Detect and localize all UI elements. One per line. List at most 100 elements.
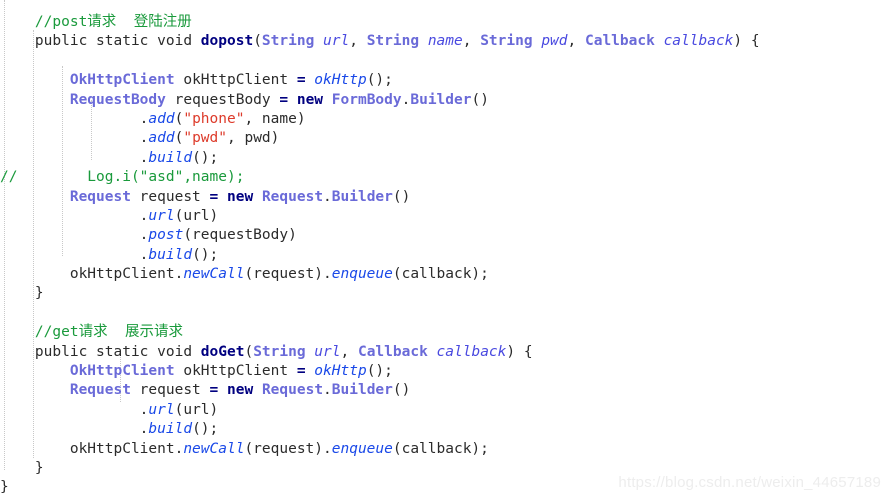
code-line[interactable]: .add("pwd", pwd) xyxy=(0,129,889,148)
code-token: , xyxy=(340,343,358,360)
code-line[interactable]: .build(); xyxy=(0,246,889,265)
code-token: Callback xyxy=(584,33,664,50)
code-token: Builder xyxy=(410,91,472,108)
code-token: //get请求 展示请求 xyxy=(34,324,184,341)
watermark-url: https://blog.csdn.net/weixin_44657189 xyxy=(618,474,881,491)
code-token: new xyxy=(296,91,324,108)
code-token: , xyxy=(349,33,367,50)
code-token: (requestBody) xyxy=(183,227,297,244)
code-line[interactable]: OkHttpClient okHttpClient = okHttp(); xyxy=(0,71,889,90)
code-token: . xyxy=(0,421,149,438)
code-token: okHttp xyxy=(314,72,367,89)
code-token: . xyxy=(323,188,332,205)
code-line[interactable]: .url(url) xyxy=(0,401,889,420)
code-line[interactable]: Request request = new Request.Builder() xyxy=(0,188,889,207)
code-line[interactable]: .add("phone", name) xyxy=(0,110,889,129)
code-token: (request). xyxy=(244,266,332,283)
code-line[interactable]: public static void dopost(String url, St… xyxy=(0,32,889,51)
code-token: Request xyxy=(261,382,324,399)
code-line[interactable]: // Log.i("asd",name); xyxy=(0,168,889,187)
code-token: add xyxy=(148,130,175,147)
code-token: okHttp xyxy=(314,363,367,380)
code-token: OkHttpClient xyxy=(69,72,175,89)
code-token: url xyxy=(323,33,350,50)
code-token: //post请求 登陆注册 xyxy=(34,14,192,30)
code-token: request xyxy=(130,382,210,399)
code-token: FormBody xyxy=(331,91,402,108)
code-token: RequestBody xyxy=(69,91,166,108)
code-line[interactable]: RequestBody requestBody = new FormBody.B… xyxy=(0,91,889,110)
code-token: ) { xyxy=(733,33,760,50)
code-line[interactable]: .url(url) xyxy=(0,207,889,226)
code-token: (request). xyxy=(244,440,332,457)
code-token: () xyxy=(392,188,411,205)
code-line[interactable]: OkHttpClient okHttpClient = okHttp(); xyxy=(0,362,889,381)
code-token: OkHttpClient xyxy=(69,363,175,380)
code-token: "pwd" xyxy=(183,130,227,147)
code-token: (url) xyxy=(174,207,219,224)
code-token: , pwd) xyxy=(227,130,280,147)
code-token: (callback); xyxy=(392,440,489,457)
code-token: String xyxy=(480,33,542,50)
code-line[interactable]: public static void doGet(String url, Cal… xyxy=(0,343,889,362)
code-token: name xyxy=(427,33,463,50)
code-token: url xyxy=(314,343,341,360)
code-line[interactable]: .build(); xyxy=(0,149,889,168)
code-token: Request xyxy=(261,188,324,205)
code-line[interactable]: okHttpClient.newCall(request).enqueue(ca… xyxy=(0,440,889,459)
code-token: . xyxy=(0,110,149,127)
code-token: build xyxy=(148,246,193,263)
code-token: } xyxy=(0,285,44,302)
code-token: doGet xyxy=(200,343,245,360)
code-token: Callback xyxy=(357,343,437,360)
code-token: new xyxy=(227,188,254,205)
code-token: enqueue xyxy=(331,266,393,283)
code-line[interactable] xyxy=(0,52,889,71)
code-token: = xyxy=(209,188,219,205)
code-line[interactable]: Request request = new Request.Builder() xyxy=(0,381,889,400)
code-line[interactable]: } xyxy=(0,284,889,303)
code-line[interactable]: .build(); xyxy=(0,420,889,439)
code-line[interactable]: //post请求 登陆注册 xyxy=(0,13,889,32)
code-line[interactable]: .post(requestBody) xyxy=(0,226,889,245)
code-token: Request xyxy=(69,382,131,399)
code-editor[interactable]: //post请求 登陆注册 public static void dopost(… xyxy=(0,0,889,500)
code-token: add xyxy=(148,110,175,127)
code-token: pwd xyxy=(541,33,568,50)
code-token: , name) xyxy=(244,110,306,127)
code-token: = xyxy=(279,91,289,108)
code-token: enqueue xyxy=(331,440,393,457)
code-token: (); xyxy=(192,149,219,166)
code-line[interactable] xyxy=(0,304,889,323)
code-token: post xyxy=(148,227,184,244)
code-token: = xyxy=(296,72,306,89)
code-token: , xyxy=(567,33,585,50)
code-content[interactable]: //post请求 登陆注册 public static void dopost(… xyxy=(0,13,889,498)
code-token: } xyxy=(0,479,9,496)
code-token: . xyxy=(0,130,149,147)
code-line[interactable]: okHttpClient.newCall(request).enqueue(ca… xyxy=(0,265,889,284)
code-token: . xyxy=(0,246,149,263)
code-token: "phone" xyxy=(183,110,245,127)
code-token: Builder xyxy=(331,188,393,205)
code-token: (callback); xyxy=(392,266,489,283)
code-token: = xyxy=(296,363,306,380)
code-line[interactable]: //get请求 展示请求 xyxy=(0,323,889,342)
code-token: ( xyxy=(244,343,254,360)
code-token: . xyxy=(0,227,149,244)
code-token: (); xyxy=(192,421,219,438)
code-token: Request xyxy=(69,188,131,205)
code-token: okHttpClient xyxy=(174,72,297,89)
